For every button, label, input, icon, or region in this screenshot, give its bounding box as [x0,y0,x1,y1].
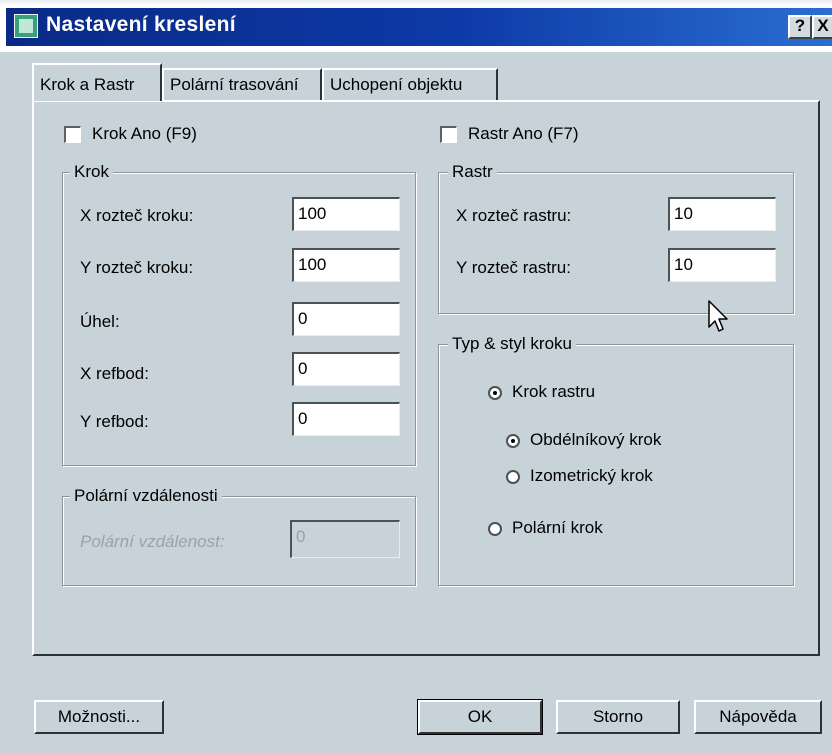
ok-button[interactable]: OK [417,699,543,735]
tab-object-snap[interactable]: Uchopení objektu [322,68,498,100]
snap-angle-label: Úhel: [80,312,120,331]
x-base-label: X refbod: [80,364,149,383]
grid-x-spacing-label: X rozteč rastru: [456,206,572,225]
snap-x-spacing-label: X rozteč kroku: [80,206,194,225]
tab-polar-tracking[interactable]: Polární trasování [162,68,322,100]
polar-distance-group-title: Polární vzdálenosti [70,486,222,506]
grid-y-spacing-input[interactable]: 10 [668,248,776,282]
app-icon [14,14,38,38]
cancel-button[interactable]: Storno [556,700,680,734]
grid-x-spacing-input[interactable]: 10 [668,197,776,231]
snap-group-title: Krok [70,162,113,182]
help-caption-button[interactable]: ? [788,15,812,39]
mouse-pointer-icon [708,300,728,332]
x-base-input[interactable]: 0 [292,352,400,386]
snap-y-spacing-input[interactable]: 100 [292,248,400,282]
grid-snap-label: Krok rastru [512,382,596,401]
snap-on-checkbox[interactable] [64,126,81,143]
isometric-snap-radio[interactable] [506,470,520,484]
options-button[interactable]: Možnosti... [34,700,164,734]
grid-snap-radio[interactable] [488,386,502,400]
isometric-snap-label: Izometrický krok [530,466,653,485]
window-title: Nastavení kreslení [46,13,236,36]
snap-type-group-title: Typ & styl kroku [448,334,576,354]
polar-distance-label: Polární vzdálenost: [80,532,225,551]
rectangular-snap-label: Obdélníkový krok [530,430,662,449]
tab-snap-grid[interactable]: Krok a Rastr [32,63,162,101]
grid-on-label: Rastr Ano (F7) [468,124,579,143]
grid-group-title: Rastr [448,162,497,182]
rectangular-snap-radio[interactable] [506,434,520,448]
polar-snap-label: Polární krok [512,518,603,537]
snap-x-spacing-input[interactable]: 100 [292,197,400,231]
help-button[interactable]: Nápověda [694,700,822,734]
grid-on-checkbox[interactable] [440,126,457,143]
snap-angle-input[interactable]: 0 [292,302,400,336]
y-base-input[interactable]: 0 [292,402,400,436]
snap-type-group [438,344,794,586]
snap-on-label: Krok Ano (F9) [92,124,197,143]
close-button[interactable]: X [812,15,832,39]
polar-snap-radio[interactable] [488,522,502,536]
polar-distance-input[interactable]: 0 [290,520,400,558]
snap-y-spacing-label: Y rozteč kroku: [80,258,194,277]
grid-y-spacing-label: Y rozteč rastru: [456,258,571,277]
y-base-label: Y refbod: [80,412,149,431]
grid-group [438,172,794,314]
